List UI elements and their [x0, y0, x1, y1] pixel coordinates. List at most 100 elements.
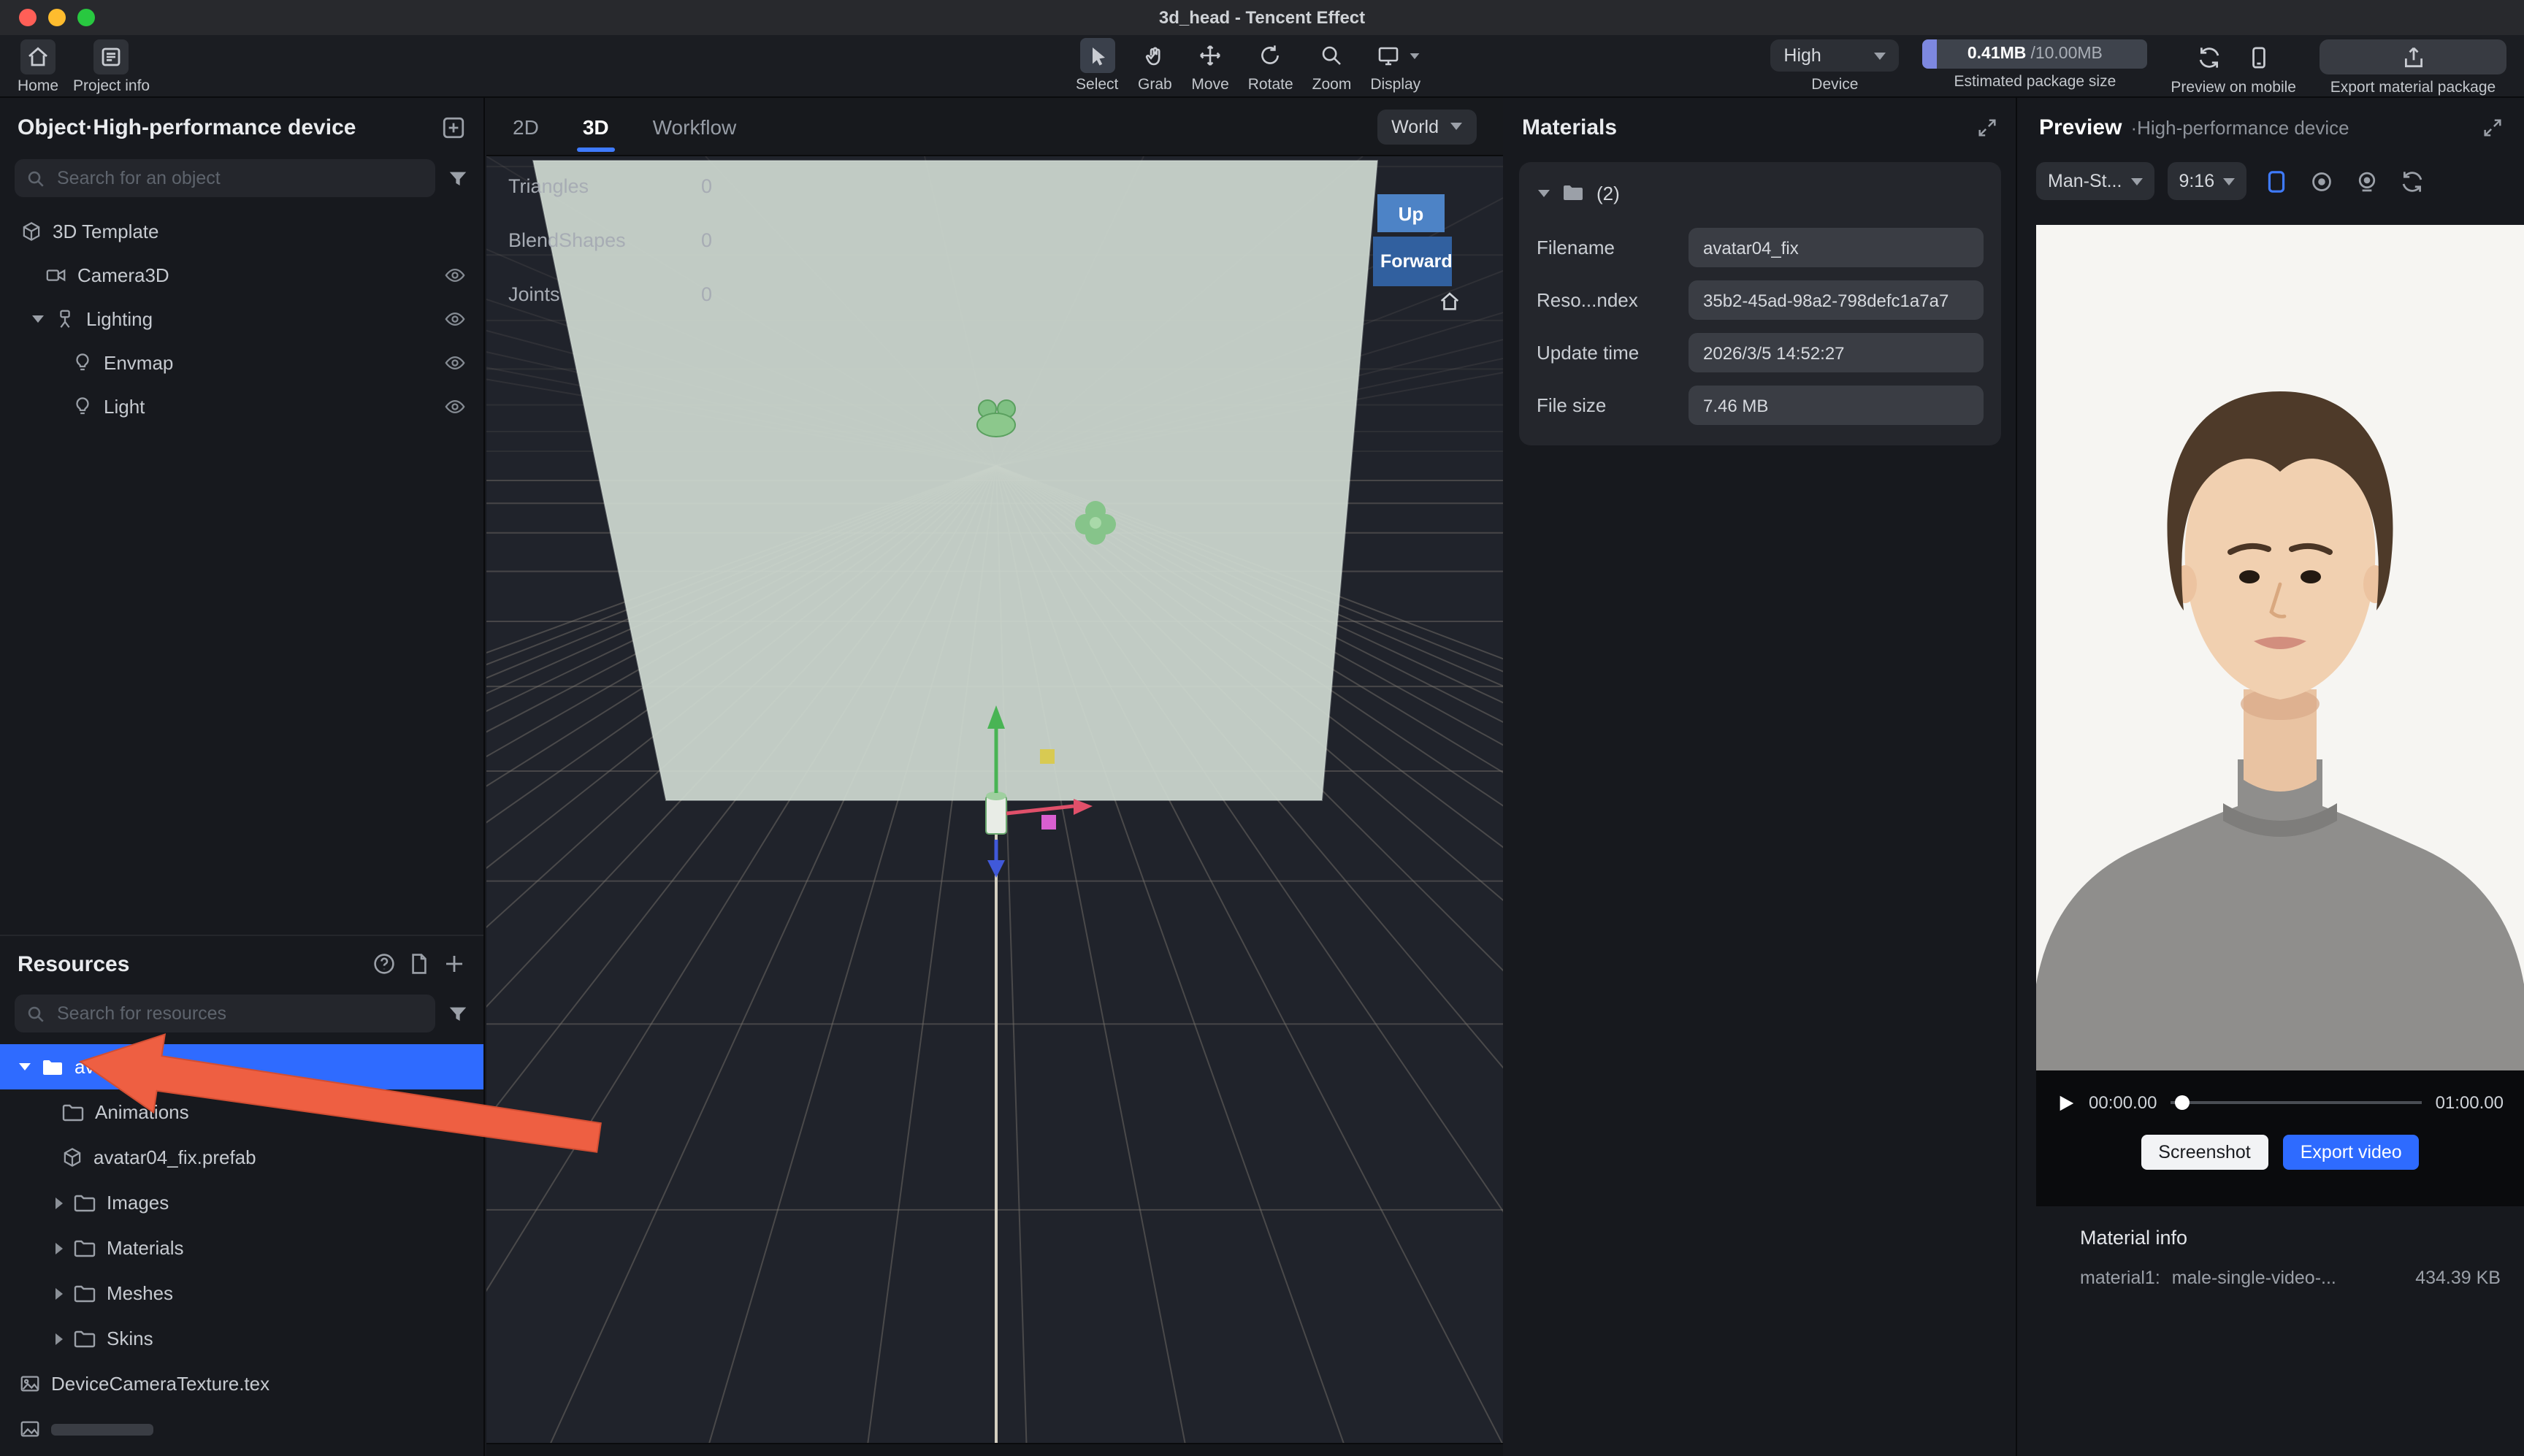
viewport-canvas[interactable]: Triangles0 BlendShapes0 Joints0 Up Forwa… — [486, 156, 1503, 1456]
update-time-value[interactable]: 2026/3/5 14:52:27 — [1689, 333, 1984, 372]
seek-bar[interactable] — [2170, 1101, 2422, 1104]
refresh-icon[interactable] — [2191, 39, 2226, 74]
webcam-icon[interactable] — [2350, 165, 2382, 197]
resource-item-avatar04-fix[interactable]: avatar04_fix — [0, 1044, 483, 1089]
resource-item-prefab[interactable]: avatar04_fix.prefab — [0, 1135, 483, 1180]
nav-gizmo-up[interactable]: Up — [1377, 194, 1445, 232]
materials-group-row[interactable]: (2) — [1519, 171, 2001, 215]
search-icon — [26, 1004, 45, 1023]
left-panel: Object·High-performance device 3D Tem — [0, 98, 485, 1456]
refresh-icon[interactable] — [2395, 165, 2428, 197]
nav-home-icon[interactable] — [1439, 291, 1461, 313]
display-icon — [1371, 38, 1406, 73]
resource-item-animations[interactable]: Animations — [0, 1089, 483, 1135]
resource-item-devicecameratexture[interactable]: DeviceCameraTexture.tex — [0, 1361, 483, 1406]
project-info-button[interactable]: Project info — [73, 39, 150, 95]
device-quality-group: High Device — [1770, 39, 1899, 93]
export-package-button[interactable] — [2320, 39, 2506, 74]
object-item-envmap[interactable]: Envmap — [0, 340, 483, 384]
collapse-panel-icon[interactable] — [1976, 116, 1998, 138]
eye-icon[interactable] — [444, 395, 466, 417]
scene-stats: Triangles0 BlendShapes0 Joints0 — [508, 159, 712, 321]
resource-index-value[interactable]: 35b2-45ad-98a2-798defc1a7a7 — [1689, 280, 1984, 320]
object-search-input[interactable] — [54, 166, 424, 190]
scene-camera-object — [977, 400, 1015, 437]
material-key: material1: — [2080, 1268, 2160, 1288]
texture-icon — [19, 1373, 41, 1395]
object-filter-icon[interactable] — [447, 167, 469, 189]
add-resource-button[interactable] — [443, 952, 466, 976]
nav-gizmo-forward[interactable]: Forward — [1373, 237, 1452, 286]
eye-icon[interactable] — [444, 351, 466, 373]
export-package-caption: Export material package — [2330, 79, 2496, 96]
add-object-button[interactable] — [441, 115, 466, 139]
material-info-title: Material info — [2080, 1227, 2504, 1249]
seek-knob[interactable] — [2174, 1095, 2189, 1110]
resource-item-skins[interactable]: Skins — [0, 1316, 483, 1361]
preview-style-select[interactable]: Man-St... — [2036, 162, 2154, 200]
light-stand-icon — [54, 307, 76, 329]
portrait-image — [2036, 225, 2524, 1070]
aspect-ratio-select[interactable]: 9:16 — [2167, 162, 2246, 200]
preview-photo — [2036, 225, 2524, 1070]
titlebar: 3d_head - Tencent Effect — [0, 0, 2524, 35]
caret-down-icon — [19, 1063, 31, 1070]
tool-move[interactable]: Move — [1191, 38, 1228, 93]
caret-down-icon — [32, 315, 44, 322]
world-space-select[interactable]: World — [1377, 109, 1477, 144]
main-toolbar: Home Project info Select Grab — [0, 35, 2524, 98]
tool-zoom[interactable]: Zoom — [1312, 38, 1352, 93]
resource-item-meshes[interactable]: Meshes — [0, 1271, 483, 1316]
resource-item-images[interactable]: Images — [0, 1180, 483, 1225]
resources-search-input[interactable] — [54, 1002, 424, 1025]
collapse-panel-icon[interactable] — [2482, 116, 2504, 138]
object-search — [15, 159, 435, 197]
object-item-3d-template[interactable]: 3D Template — [0, 209, 483, 253]
material-info-row: material1: male-single-video-... 434.39 … — [2080, 1268, 2504, 1288]
resources-filter-icon[interactable] — [447, 1003, 469, 1024]
minimize-window-button[interactable] — [48, 9, 66, 26]
resource-item-materials[interactable]: Materials — [0, 1225, 483, 1271]
play-button[interactable] — [2057, 1093, 2076, 1112]
window-title: 3d_head - Tencent Effect — [1159, 7, 1365, 28]
caret-right-icon — [56, 1333, 63, 1344]
resource-item-clipped[interactable] — [0, 1406, 483, 1452]
home-icon — [20, 39, 56, 74]
screenshot-button[interactable]: Screenshot — [2141, 1135, 2268, 1170]
device-frame-icon[interactable] — [2260, 165, 2292, 197]
close-window-button[interactable] — [19, 9, 37, 26]
help-icon[interactable] — [372, 952, 396, 976]
new-file-icon[interactable] — [408, 952, 431, 976]
object-item-light[interactable]: Light — [0, 384, 483, 428]
eye-icon[interactable] — [444, 264, 466, 286]
tab-2d[interactable]: 2D — [513, 98, 539, 155]
tool-display[interactable]: Display — [1370, 38, 1420, 93]
chevron-down-icon — [2223, 177, 2235, 185]
eye-icon[interactable] — [444, 307, 466, 329]
camera-position-icon[interactable] — [2305, 165, 2337, 197]
preview-subtitle: ·High-performance device — [2130, 116, 2349, 138]
tab-workflow[interactable]: Workflow — [653, 98, 737, 155]
material-value: male-single-video-... — [2172, 1268, 2336, 1288]
home-button[interactable]: Home — [18, 39, 58, 95]
viewport-scrollbar[interactable] — [486, 1443, 1503, 1456]
object-item-lighting[interactable]: Lighting — [0, 296, 483, 340]
tab-3d[interactable]: 3D — [583, 98, 609, 155]
current-time: 00:00.00 — [2089, 1092, 2157, 1113]
materials-group-card: (2) Filename avatar04_fix Reso...ndex 35… — [1519, 162, 2001, 445]
resources-panel: Resources — [0, 935, 483, 1456]
caret-right-icon — [56, 1287, 63, 1299]
object-item-camera3d[interactable]: Camera3D — [0, 253, 483, 296]
file-size-value[interactable]: 7.46 MB — [1689, 386, 1984, 425]
mobile-device-icon[interactable] — [2241, 39, 2276, 74]
tool-grab[interactable]: Grab — [1137, 38, 1172, 93]
tool-select[interactable]: Select — [1076, 38, 1118, 93]
export-video-button[interactable]: Export video — [2283, 1135, 2420, 1170]
filename-value[interactable]: avatar04_fix — [1689, 228, 1984, 267]
preview-title: Preview — [2039, 115, 2122, 139]
device-quality-select[interactable]: High — [1770, 39, 1899, 72]
material-size: 434.39 KB — [2415, 1268, 2504, 1288]
chevron-down-icon — [1410, 53, 1419, 58]
maximize-window-button[interactable] — [77, 9, 95, 26]
tool-rotate[interactable]: Rotate — [1248, 38, 1293, 93]
